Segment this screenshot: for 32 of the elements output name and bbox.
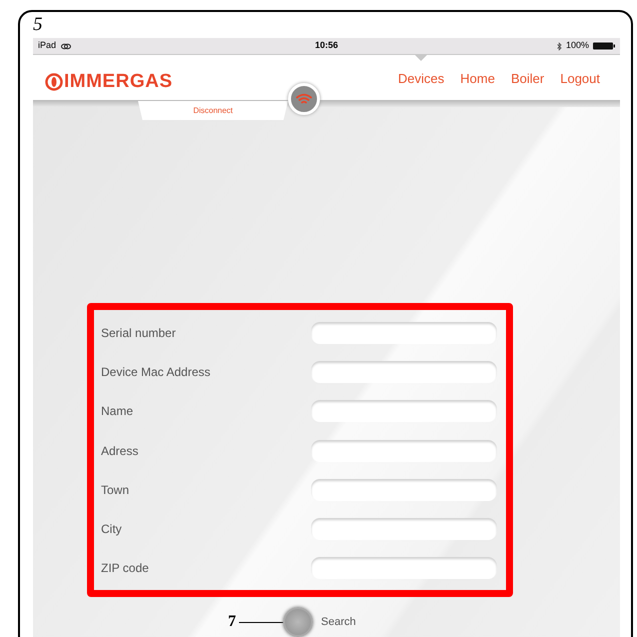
field-label: Town xyxy=(101,482,130,499)
input-field[interactable] xyxy=(311,518,497,540)
nav-link[interactable]: Home xyxy=(460,69,495,88)
logo-text: IMMERGAS xyxy=(64,70,172,94)
disconnect-button[interactable]: Disconnect xyxy=(138,101,288,120)
nav-link[interactable]: Logout xyxy=(560,69,600,88)
status-time: 10:56 xyxy=(314,39,338,52)
input-field[interactable] xyxy=(311,440,497,462)
input-field[interactable] xyxy=(311,400,497,422)
field-label: Name xyxy=(101,403,134,420)
input-field[interactable] xyxy=(311,360,497,383)
search-label: Search xyxy=(321,614,356,630)
field-label: Adress xyxy=(101,442,140,460)
nav-link[interactable]: Boiler xyxy=(510,69,544,88)
battery-percent: 100% xyxy=(566,39,589,52)
field-label: ZIP code xyxy=(101,560,150,578)
field-label: Device Mac Address xyxy=(101,364,212,381)
input-field[interactable] xyxy=(311,322,497,344)
battery-icon xyxy=(593,42,615,50)
link-icon xyxy=(61,42,72,50)
field-label: Serial number xyxy=(101,324,177,342)
figure-number: 5 xyxy=(33,13,42,37)
field-label: City xyxy=(101,521,123,538)
nav-link[interactable]: Devices xyxy=(398,69,444,88)
device-name: iPad xyxy=(38,39,56,52)
input-field[interactable] xyxy=(311,557,497,580)
input-field[interactable] xyxy=(311,478,497,501)
search-button[interactable] xyxy=(283,607,313,637)
bluetooth-icon xyxy=(556,42,562,50)
callout-number: 7 xyxy=(228,612,236,632)
logo-icon xyxy=(45,73,63,92)
wifi-icon xyxy=(296,93,312,105)
